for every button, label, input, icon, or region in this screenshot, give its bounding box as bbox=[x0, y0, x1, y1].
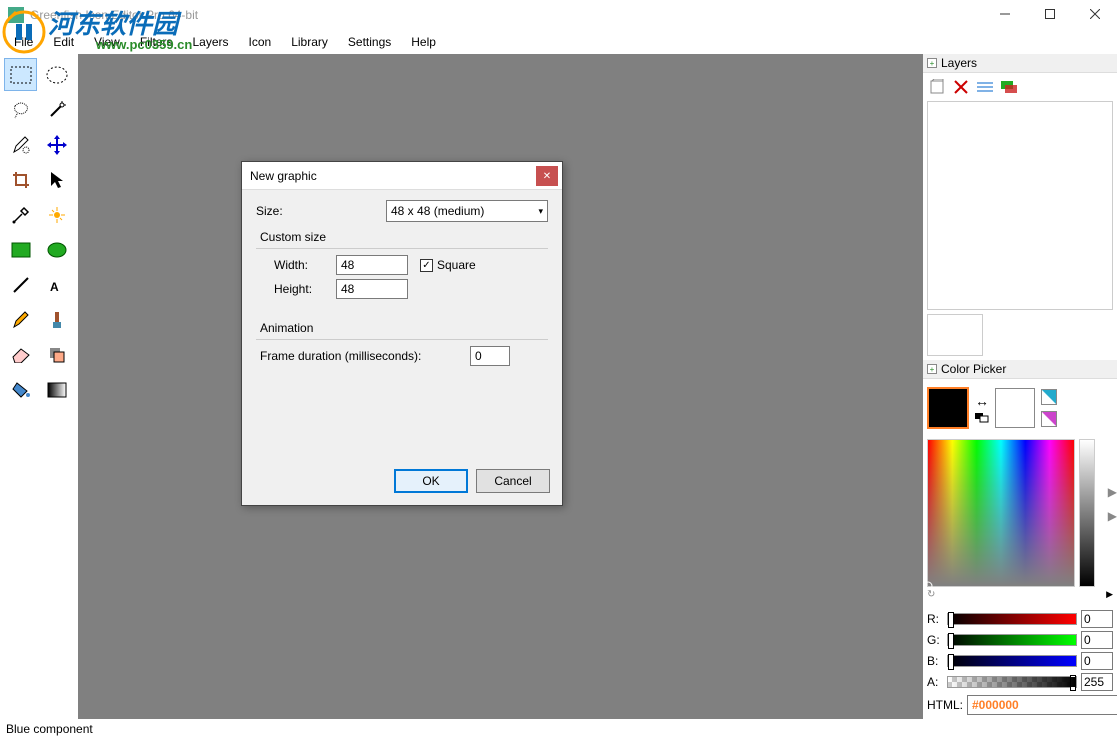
menu-settings[interactable]: Settings bbox=[338, 31, 401, 53]
tool-line[interactable] bbox=[4, 268, 37, 301]
maximize-button[interactable] bbox=[1027, 0, 1072, 28]
width-label: Width: bbox=[274, 258, 336, 272]
arrow-right-icon[interactable]: ▶ bbox=[1108, 509, 1117, 523]
tool-rect-select[interactable] bbox=[4, 58, 37, 91]
dialog-title-text: New graphic bbox=[250, 169, 317, 183]
size-value: 48 x 48 (medium) bbox=[391, 204, 484, 218]
r-slider[interactable] bbox=[947, 613, 1077, 625]
height-input[interactable] bbox=[336, 279, 408, 299]
arrow-right-icon[interactable]: ▶ bbox=[1108, 485, 1117, 499]
layers-label: Layers bbox=[941, 56, 977, 70]
b-label: B: bbox=[927, 654, 943, 668]
tool-crop[interactable] bbox=[4, 163, 37, 196]
tool-text[interactable]: A bbox=[40, 268, 73, 301]
tool-hotspot[interactable] bbox=[40, 198, 73, 231]
custom-size-label: Custom size bbox=[260, 230, 548, 244]
color-picker-label: Color Picker bbox=[941, 362, 1006, 376]
animation-label: Animation bbox=[260, 321, 548, 335]
default-colors-icon[interactable] bbox=[975, 413, 989, 423]
value-picker[interactable] bbox=[1079, 439, 1095, 587]
toolbox: A bbox=[0, 54, 78, 719]
value-arrow-icon: ▶ bbox=[1106, 589, 1113, 600]
background-color[interactable] bbox=[995, 388, 1035, 428]
ok-button[interactable]: OK bbox=[394, 469, 468, 493]
tool-ellipse-select[interactable] bbox=[40, 58, 73, 91]
cancel-button[interactable]: Cancel bbox=[476, 469, 550, 493]
status-text: Blue component bbox=[6, 722, 93, 736]
b-input[interactable] bbox=[1081, 652, 1113, 670]
tool-rectangle[interactable] bbox=[4, 233, 37, 266]
dialog-close-button[interactable]: ✕ bbox=[536, 166, 558, 186]
tool-gradient[interactable] bbox=[40, 373, 73, 406]
app-icon bbox=[8, 7, 24, 23]
color-picker-header[interactable]: + Color Picker bbox=[923, 360, 1117, 379]
size-label: Size: bbox=[256, 204, 386, 218]
swatch-inverted[interactable] bbox=[1041, 411, 1057, 427]
tool-eyedropper[interactable] bbox=[4, 198, 37, 231]
frame-duration-label: Frame duration (milliseconds): bbox=[260, 349, 470, 363]
menu-edit[interactable]: Edit bbox=[43, 31, 84, 53]
tool-wand[interactable] bbox=[40, 93, 73, 126]
tool-brush[interactable] bbox=[40, 303, 73, 336]
menu-icon[interactable]: Icon bbox=[239, 31, 282, 53]
tool-pencil-select[interactable] bbox=[4, 128, 37, 161]
delete-layer-button[interactable] bbox=[951, 77, 971, 97]
menu-view[interactable]: View bbox=[84, 31, 130, 53]
tool-eraser[interactable] bbox=[4, 338, 37, 371]
tool-pointer[interactable] bbox=[40, 163, 73, 196]
expand-icon: + bbox=[927, 58, 937, 68]
menu-library[interactable]: Library bbox=[281, 31, 338, 53]
tool-fill[interactable] bbox=[4, 373, 37, 406]
dialog-titlebar[interactable]: New graphic ✕ bbox=[242, 162, 562, 190]
height-label: Height: bbox=[274, 282, 336, 296]
menu-filters[interactable]: Filters bbox=[130, 31, 183, 53]
frame-duration-input[interactable] bbox=[470, 346, 510, 366]
swatch-transparent[interactable] bbox=[1041, 389, 1057, 405]
expand-icon: + bbox=[927, 364, 937, 374]
svg-text:A: A bbox=[50, 280, 59, 294]
new-layer-button[interactable] bbox=[927, 77, 947, 97]
r-label: R: bbox=[927, 612, 943, 626]
html-input[interactable] bbox=[967, 695, 1117, 715]
tool-move[interactable] bbox=[40, 128, 73, 161]
close-button[interactable] bbox=[1072, 0, 1117, 28]
g-input[interactable] bbox=[1081, 631, 1113, 649]
layers-panel-header[interactable]: + Layers bbox=[923, 54, 1117, 73]
tool-pencil[interactable] bbox=[4, 303, 37, 336]
side-arrows: ▶ ▶ bbox=[1108, 485, 1117, 523]
width-input[interactable] bbox=[336, 255, 408, 275]
size-select[interactable]: 48 x 48 (medium) ▾ bbox=[386, 200, 548, 222]
a-label: A: bbox=[927, 675, 943, 689]
a-slider[interactable] bbox=[947, 676, 1077, 688]
square-checkbox[interactable]: ✓ bbox=[420, 259, 433, 272]
minimize-button[interactable] bbox=[982, 0, 1027, 28]
tool-clone[interactable] bbox=[40, 338, 73, 371]
square-label: Square bbox=[437, 258, 476, 272]
g-slider[interactable] bbox=[947, 634, 1077, 646]
statusbar: Blue component bbox=[0, 719, 1117, 739]
right-panel: + Layers + Color Picker ↔ bbox=[923, 54, 1117, 719]
html-label: HTML: bbox=[927, 698, 963, 712]
layer-props-button[interactable] bbox=[975, 77, 995, 97]
menu-layers[interactable]: Layers bbox=[183, 31, 239, 53]
b-slider[interactable] bbox=[947, 655, 1077, 667]
g-label: G: bbox=[927, 633, 943, 647]
hue-saturation-picker[interactable] bbox=[927, 439, 1075, 587]
tool-lasso[interactable] bbox=[4, 93, 37, 126]
layer-preview bbox=[927, 314, 983, 356]
window-title: Greenfish Icon Editor Pro 64-bit bbox=[30, 8, 198, 22]
layers-list[interactable] bbox=[927, 101, 1113, 310]
menu-file[interactable]: File bbox=[4, 31, 43, 53]
a-input[interactable] bbox=[1081, 673, 1113, 691]
menu-help[interactable]: Help bbox=[401, 31, 446, 53]
merge-layers-button[interactable] bbox=[999, 77, 1019, 97]
swap-colors-icon[interactable]: ↔ bbox=[975, 393, 989, 409]
tool-ellipse[interactable] bbox=[40, 233, 73, 266]
menubar: File Edit View Filters Layers Icon Libra… bbox=[0, 30, 1117, 54]
new-graphic-dialog: New graphic ✕ Size: 48 x 48 (medium) ▾ C… bbox=[241, 161, 563, 506]
r-input[interactable] bbox=[1081, 610, 1113, 628]
foreground-color[interactable] bbox=[927, 387, 969, 429]
chevron-down-icon: ▾ bbox=[538, 206, 543, 217]
titlebar: Greenfish Icon Editor Pro 64-bit bbox=[0, 0, 1117, 30]
